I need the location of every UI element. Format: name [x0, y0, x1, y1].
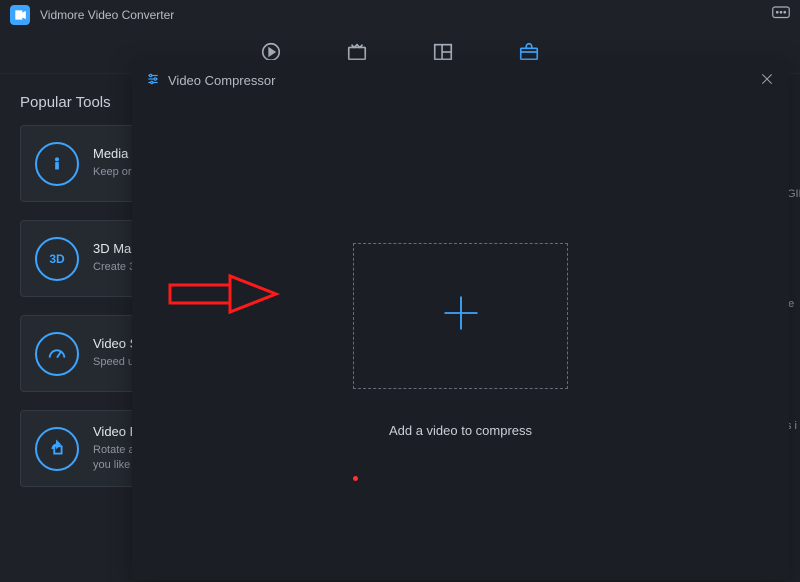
info-icon — [35, 142, 79, 186]
gauge-icon — [35, 332, 79, 376]
plus-icon — [439, 291, 483, 340]
rotate-icon — [35, 427, 79, 471]
three-d-icon: 3D — [35, 237, 79, 281]
dialog-title: Video Compressor — [168, 73, 275, 88]
dialog-header: Video Compressor — [132, 60, 789, 100]
titlebar: Vidmore Video Converter — [0, 0, 800, 30]
video-compressor-dialog: Video Compressor Add a video to compress — [132, 60, 789, 580]
close-button[interactable] — [759, 71, 775, 90]
app-logo — [10, 5, 30, 25]
sliders-icon — [146, 72, 160, 89]
feedback-icon[interactable] — [772, 6, 790, 25]
red-dot-annotation — [353, 476, 358, 481]
dropzone-caption: Add a video to compress — [389, 423, 532, 438]
app-title: Vidmore Video Converter — [40, 8, 174, 22]
add-video-dropzone[interactable] — [353, 243, 568, 389]
